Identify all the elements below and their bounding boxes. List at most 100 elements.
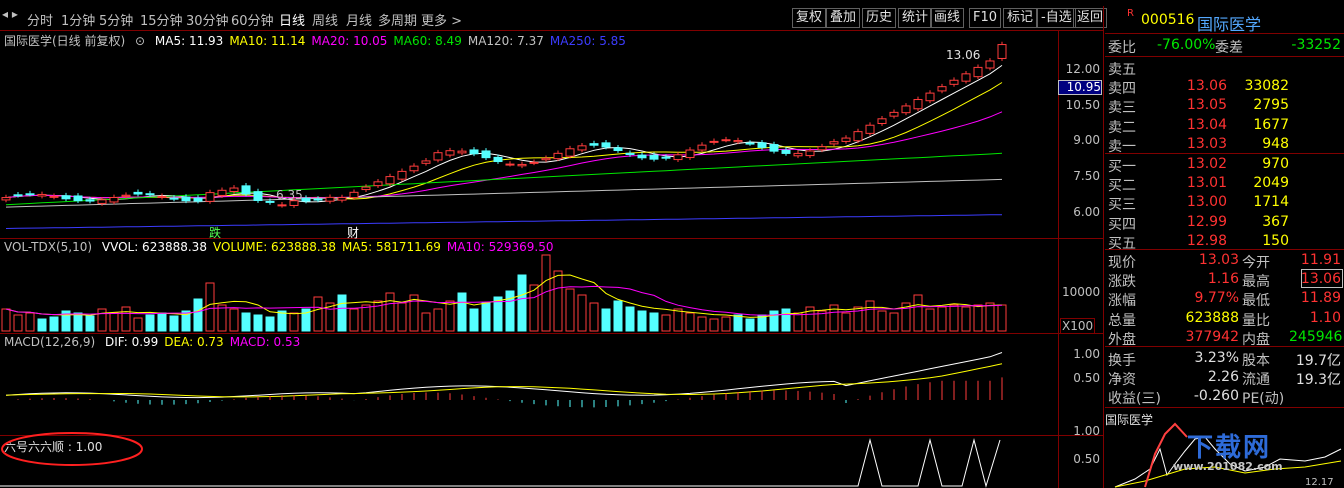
- mini-chart[interactable]: 国际医学 下载网 www.201082.com 12.17: [1105, 409, 1344, 488]
- chart-mark: [889, 111, 899, 117]
- period-tab-6[interactable]: 日线: [279, 10, 305, 29]
- chart-mark: [361, 304, 371, 332]
- chart-mark: [925, 92, 935, 102]
- weibi-label: 委比: [1108, 40, 1136, 56]
- chart-mark: [685, 149, 695, 159]
- chart-mark: [937, 306, 947, 332]
- chart-mark: [49, 195, 59, 198]
- chart-mark: [469, 308, 479, 332]
- bid-price: 13.00: [1186, 194, 1227, 211]
- stat-value: 245946: [1289, 328, 1343, 345]
- chart-mark: [157, 312, 167, 332]
- stat-value: 9.77%: [1194, 290, 1239, 307]
- toolbar-button-0[interactable]: 复权: [792, 8, 827, 28]
- period-tab-8[interactable]: 月线: [346, 10, 372, 29]
- chart-mark: [469, 149, 479, 155]
- period-tab-10[interactable]: 更多 >: [421, 10, 462, 29]
- chart-mark: [973, 304, 983, 332]
- period-tab-7[interactable]: 周线: [312, 10, 338, 29]
- chart-mark: [121, 306, 131, 332]
- panel-divider: [1103, 6, 1104, 488]
- quote-row: 换手 3.23% 股本 19.7亿: [1105, 349, 1342, 369]
- quote-panel: R 000516 国际医学 委比 -76.00% 委差 -33252 卖五 卖四 1…: [1105, 6, 1344, 488]
- vol-y-tick: 10000: [1062, 285, 1101, 299]
- period-tab-9[interactable]: 多周期: [378, 10, 417, 29]
- chart-mark: [25, 312, 35, 332]
- quote-row: 买一 13.02 970: [1105, 155, 1342, 175]
- r-flag: R: [1127, 8, 1134, 19]
- toolbar-button-4[interactable]: 画线: [930, 8, 965, 28]
- period-tab-2[interactable]: 5分钟: [99, 10, 133, 29]
- chart-mark: [337, 294, 347, 332]
- chart-mark: [697, 144, 707, 151]
- toolbar-button-7[interactable]: -自选: [1037, 8, 1076, 28]
- chart-mark: [193, 197, 203, 202]
- chart-mark: [97, 308, 107, 332]
- chart-mark: [745, 142, 755, 145]
- chart-mark: [253, 314, 263, 332]
- period-tab-1[interactable]: 1分钟: [61, 10, 95, 29]
- chart-mark: [517, 274, 527, 332]
- chart-mark: [661, 314, 671, 332]
- chart-mark: [157, 195, 167, 198]
- chart-mark: [529, 284, 539, 332]
- macd-chart[interactable]: [0, 334, 1058, 435]
- toolbar-button-2[interactable]: 历史: [862, 8, 897, 28]
- chart-mark: [241, 312, 251, 332]
- weicha-label: 委差: [1215, 40, 1243, 56]
- sep: [1105, 56, 1344, 57]
- candlestick-chart[interactable]: [0, 31, 1058, 238]
- volume-chart[interactable]: [0, 239, 1058, 333]
- chart-mark: [889, 312, 899, 332]
- bid-price: 12.98: [1186, 232, 1227, 249]
- bid-price: 12.99: [1186, 213, 1227, 230]
- toolbar-button-1[interactable]: 叠加: [826, 8, 861, 28]
- period-toolbar: 分时 1分钟 5分钟 15分钟 30分钟 60分钟 日线 周线 月线 多周期 更多 > 复权 叠加 历史统…: [0, 6, 1108, 31]
- toolbar-button-5[interactable]: F10: [969, 8, 1002, 28]
- period-tab-3[interactable]: 15分钟: [140, 10, 183, 29]
- chart-mark: [73, 312, 83, 332]
- chart-mark: [145, 314, 155, 332]
- high-label: 13.06: [946, 48, 981, 62]
- stock-code[interactable]: 000516: [1141, 12, 1194, 28]
- chart-mark: [265, 200, 275, 203]
- chart-mark: [733, 140, 743, 143]
- nav-arrows[interactable]: ◂ ▸: [2, 7, 18, 21]
- chart-mark: [109, 312, 119, 332]
- chart-mark: [505, 163, 515, 166]
- chart-mark: [241, 185, 251, 195]
- toolbar-button-6[interactable]: 标记: [1003, 8, 1038, 28]
- chart-mark: [337, 197, 347, 201]
- toolbar-button-8[interactable]: 返回: [1073, 8, 1108, 28]
- chart-mark: [181, 196, 191, 202]
- quote-row: 外盘 377942 内盘 245946: [1105, 328, 1343, 348]
- chart-mark: [5, 64, 1003, 203]
- chart-mark: [445, 300, 455, 332]
- chart-mark: [277, 204, 287, 207]
- period-tab-4[interactable]: 30分钟: [186, 10, 229, 29]
- chart-mark: [49, 316, 59, 332]
- period-tab-5[interactable]: 60分钟: [231, 10, 274, 29]
- quote-row: 卖四 13.06 33082: [1105, 77, 1342, 98]
- fund-label: 流通: [1242, 372, 1270, 389]
- custom-indicator-chart[interactable]: [0, 436, 1058, 488]
- chart-mark: [841, 137, 851, 142]
- quote-row: 买四 12.99 367: [1105, 213, 1342, 233]
- stat-value: 11.91: [1300, 252, 1341, 268]
- ask-label: 卖四: [1108, 81, 1136, 98]
- price-y-tick: 7.50: [1073, 169, 1100, 184]
- quote-row: 卖二 13.04 1677: [1105, 116, 1342, 136]
- period-tab-0[interactable]: 分时: [27, 10, 53, 29]
- macd-y-tick-0.5: 0.50: [1073, 371, 1100, 385]
- chart-mark: [313, 296, 323, 332]
- chart-mark: [5, 363, 1003, 398]
- ask-volume: 33082: [1244, 78, 1289, 95]
- chart-mark: [169, 315, 179, 332]
- stock-name[interactable]: 国际医学: [1197, 11, 1261, 35]
- stat-value: 11.89: [1300, 290, 1341, 307]
- chart-mark: [301, 197, 311, 202]
- chart-mark: [61, 195, 71, 200]
- quote-row: 卖三 13.05 2795: [1105, 96, 1342, 116]
- chart-mark: [781, 308, 791, 332]
- toolbar-button-3[interactable]: 统计: [898, 8, 933, 28]
